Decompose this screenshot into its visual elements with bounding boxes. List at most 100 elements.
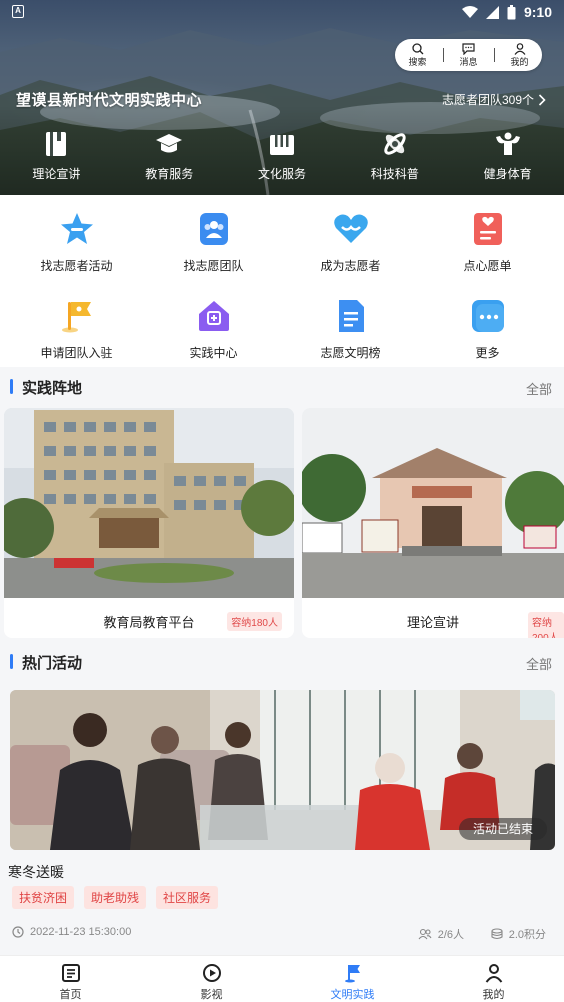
top-menu: 搜索 消息 我的 bbox=[395, 39, 542, 71]
activity-tag: 社区服务 bbox=[156, 886, 219, 909]
grid-label: 申请团队入驻 bbox=[40, 346, 113, 360]
hot-all-link[interactable]: 全部 bbox=[526, 654, 552, 673]
tab-label: 首页 bbox=[59, 989, 82, 1001]
practice-card-education[interactable]: 教育局教育平台 容纳180人 bbox=[4, 408, 294, 638]
atom-icon bbox=[384, 133, 406, 155]
category-education[interactable]: 教育服务 bbox=[113, 130, 226, 182]
hot-section-header: 热门活动 全部 bbox=[0, 650, 564, 674]
building-photo bbox=[4, 408, 294, 598]
grid-apply-team[interactable]: 申请团队入驻 bbox=[6, 298, 147, 361]
grid-label: 成为志愿者 bbox=[320, 259, 381, 273]
civilization-icon bbox=[344, 965, 360, 983]
practice-all-link[interactable]: 全部 bbox=[526, 379, 552, 398]
grid-wish-list[interactable]: 点心愿单 bbox=[417, 211, 558, 274]
grid-label: 找志愿团队 bbox=[183, 259, 244, 273]
search-icon bbox=[411, 43, 423, 55]
home-icon bbox=[198, 301, 229, 331]
grid-practice-center[interactable]: 实践中心 bbox=[143, 298, 284, 361]
message-label: 消息 bbox=[459, 57, 478, 67]
bottom-nav: 首页 影视 文明实践 我的 bbox=[0, 955, 564, 1002]
section-title: 实践阵地 bbox=[22, 380, 83, 397]
grid-become-volunteer[interactable]: 成为志愿者 bbox=[280, 211, 421, 274]
grid-label: 更多 bbox=[475, 346, 500, 360]
section-accent-bar bbox=[10, 654, 13, 669]
more-icon bbox=[471, 300, 504, 332]
activity-people: 2/6人 bbox=[437, 929, 464, 941]
grid-honor-board[interactable]: 志愿文明榜 bbox=[280, 298, 421, 361]
flag-icon bbox=[61, 302, 91, 333]
grid-label: 点心愿单 bbox=[463, 259, 512, 273]
category-theory[interactable]: 理论宣讲 bbox=[0, 130, 113, 182]
grid-find-team[interactable]: 找志愿团队 bbox=[143, 211, 284, 274]
book-icon bbox=[46, 132, 67, 156]
practice-card-theory[interactable]: 理论宣讲 容纳200人 bbox=[302, 408, 564, 638]
people-icon bbox=[418, 928, 432, 940]
tab-label: 影视 bbox=[200, 989, 223, 1001]
building-photo bbox=[302, 408, 564, 598]
message-icon bbox=[462, 43, 475, 55]
category-label: 健身体育 bbox=[483, 167, 532, 181]
tab-home[interactable]: 首页 bbox=[0, 956, 141, 1002]
tab-label: 我的 bbox=[482, 989, 505, 1001]
mine-label: 我的 bbox=[510, 57, 529, 67]
status-bar: A 9:10 bbox=[0, 0, 564, 26]
function-grid: 找志愿者活动 找志愿团队 成为志愿者 点心愿单 申请团队入驻 实践中心 志愿文明… bbox=[0, 195, 564, 367]
capacity-badge: 容纳180人 bbox=[227, 612, 282, 631]
activity-title[interactable]: 寒冬送暖 bbox=[8, 862, 64, 882]
activity-photo[interactable]: 活动已结束 bbox=[10, 690, 555, 850]
category-label: 理论宣讲 bbox=[32, 167, 81, 181]
activity-status-badge: 活动已结束 bbox=[458, 818, 547, 840]
user-icon bbox=[514, 43, 525, 55]
section-title: 热门活动 bbox=[22, 655, 83, 672]
center-title: 望谟县新时代文明实践中心 bbox=[16, 92, 203, 109]
capacity-badge: 容纳200人 bbox=[528, 612, 564, 638]
tab-mine[interactable]: 我的 bbox=[423, 956, 564, 1002]
tab-video[interactable]: 影视 bbox=[141, 956, 282, 1002]
clock-icon bbox=[12, 926, 24, 938]
section-accent-bar bbox=[10, 379, 13, 394]
category-science[interactable]: 科技科普 bbox=[338, 130, 451, 182]
activity-time: 2022-11-23 15:30:00 bbox=[30, 926, 132, 938]
graduation-cap-icon bbox=[156, 134, 183, 153]
category-culture[interactable]: 文化服务 bbox=[226, 130, 339, 182]
tab-label: 文明实践 bbox=[330, 989, 375, 1001]
grid-more[interactable]: 更多 bbox=[417, 298, 558, 361]
team-count-link[interactable]: 志愿者团队309个 bbox=[442, 91, 546, 108]
category-label: 科技科普 bbox=[370, 167, 419, 181]
activity-tag: 扶贫济困 bbox=[12, 886, 75, 909]
clock: 9:10 bbox=[523, 4, 552, 20]
tab-civilization[interactable]: 文明实践 bbox=[282, 956, 423, 1002]
team-icon bbox=[199, 213, 228, 245]
activity-tags: 扶贫济困 助老助残 社区服务 bbox=[12, 886, 219, 909]
grid-label: 实践中心 bbox=[189, 346, 238, 360]
search-label: 搜索 bbox=[408, 57, 427, 67]
team-count-text: 志愿者团队309个 bbox=[441, 93, 534, 107]
battery-icon bbox=[507, 4, 516, 19]
practice-section-header: 实践阵地 全部 bbox=[0, 375, 564, 399]
wish-list-icon bbox=[473, 213, 502, 245]
search-button[interactable]: 搜索 bbox=[398, 43, 438, 67]
grid-label: 志愿文明榜 bbox=[320, 346, 381, 360]
document-icon bbox=[338, 300, 364, 332]
notification-a-icon: A bbox=[12, 5, 24, 18]
grid-label: 找志愿者活动 bbox=[40, 259, 113, 273]
category-label: 教育服务 bbox=[145, 167, 194, 181]
activity-points: 2.0积分 bbox=[508, 929, 546, 941]
category-label: 文化服务 bbox=[257, 167, 306, 181]
divider bbox=[442, 48, 444, 62]
signal-icon bbox=[485, 5, 499, 19]
play-icon bbox=[202, 964, 221, 982]
mine-button[interactable]: 我的 bbox=[500, 43, 540, 67]
wifi-icon bbox=[461, 5, 478, 18]
message-button[interactable]: 消息 bbox=[449, 43, 489, 67]
category-fitness[interactable]: 健身体育 bbox=[451, 130, 564, 182]
activity-tag: 助老助残 bbox=[84, 886, 147, 909]
home-list-icon bbox=[61, 964, 80, 982]
hero-categories: 理论宣讲 教育服务 文化服务 科技科普 健身体育 bbox=[0, 130, 564, 182]
practice-card-name: 理论宣讲 bbox=[406, 615, 459, 630]
piano-icon bbox=[269, 135, 294, 155]
coin-stack-icon bbox=[491, 928, 503, 940]
divider bbox=[493, 48, 495, 62]
grid-find-activity[interactable]: 找志愿者活动 bbox=[6, 211, 147, 274]
star-icon bbox=[60, 213, 93, 244]
